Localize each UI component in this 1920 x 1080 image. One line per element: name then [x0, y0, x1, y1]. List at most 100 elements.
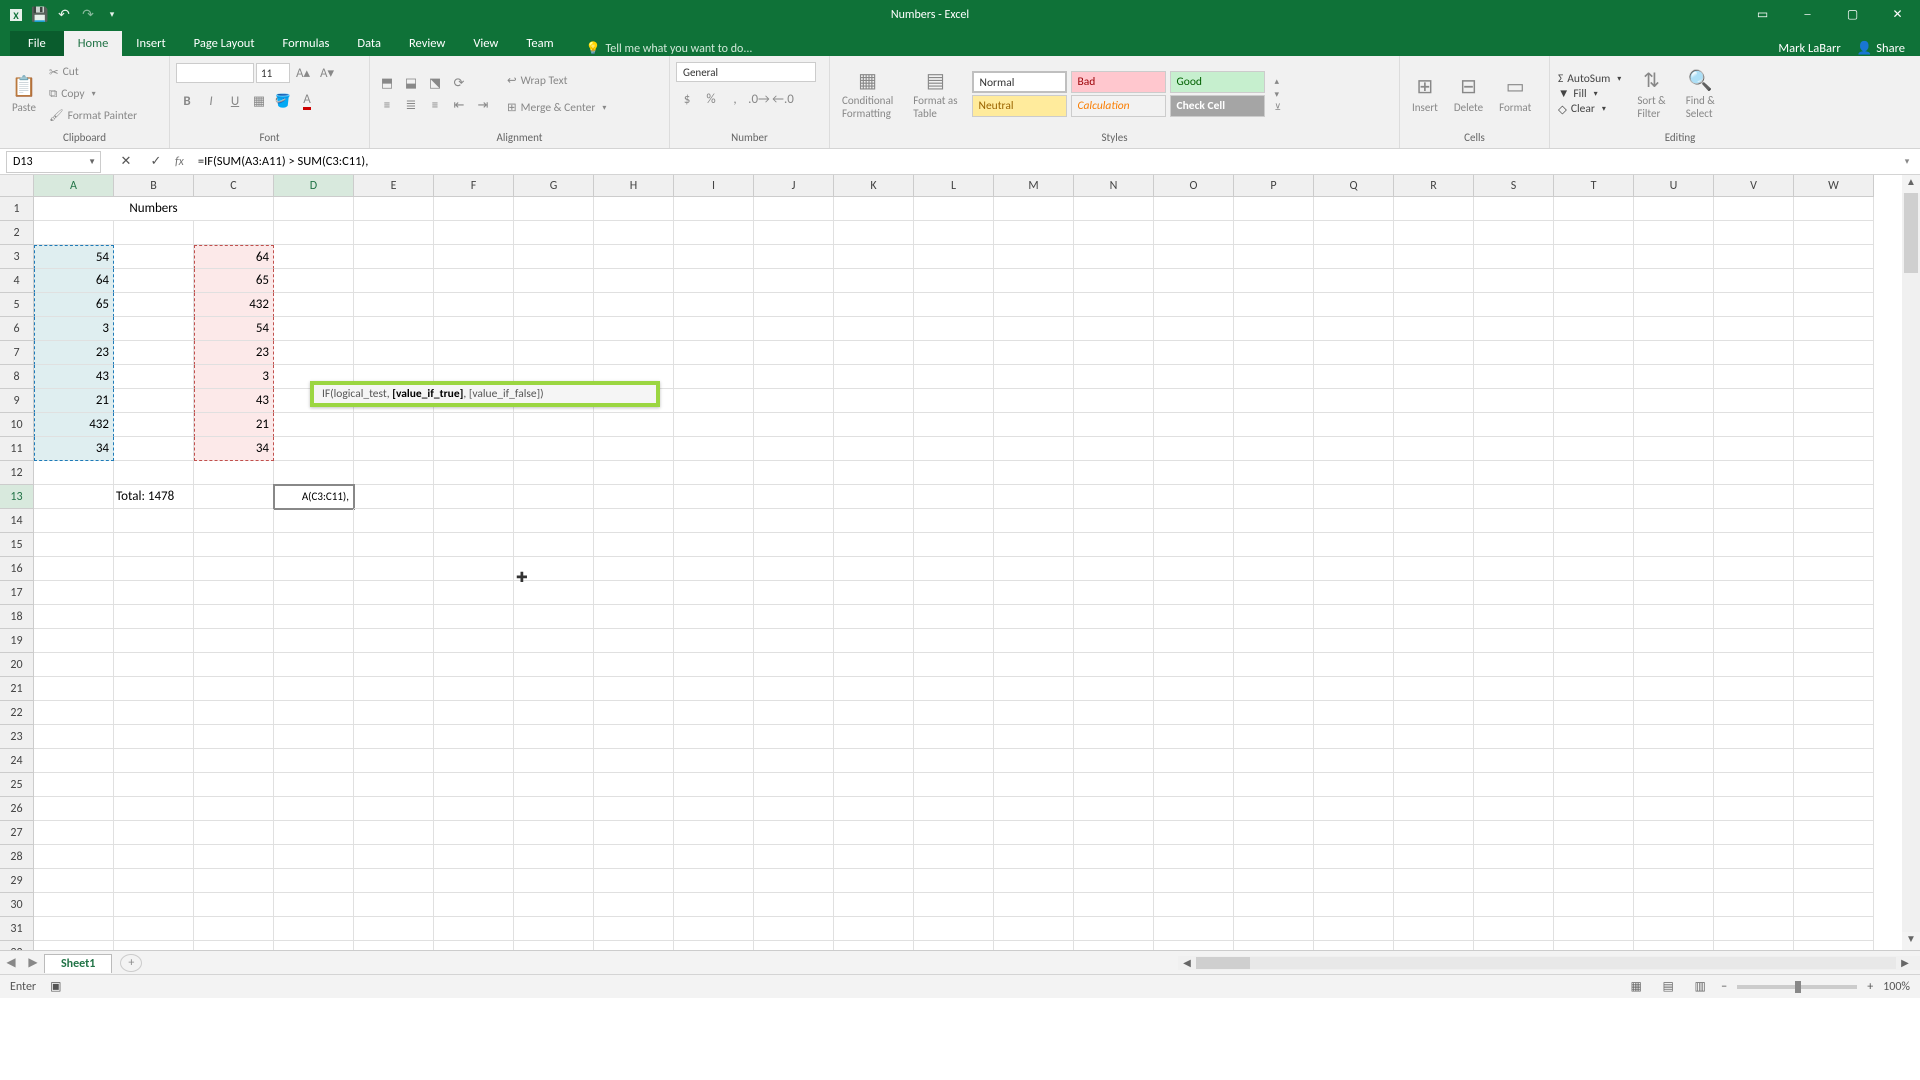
- cell-S20[interactable]: [1474, 653, 1554, 677]
- cell-P12[interactable]: [1234, 461, 1314, 485]
- row-header-20[interactable]: 20: [0, 653, 34, 677]
- row-header-26[interactable]: 26: [0, 797, 34, 821]
- row-header-32[interactable]: 32: [0, 941, 34, 950]
- add-sheet-button[interactable]: +: [120, 954, 142, 972]
- view-pagelayout-icon[interactable]: ▤: [1657, 978, 1679, 996]
- cell-W31[interactable]: [1794, 917, 1874, 941]
- cell-L12[interactable]: [914, 461, 994, 485]
- cell-E25[interactable]: [354, 773, 434, 797]
- cell-S21[interactable]: [1474, 677, 1554, 701]
- cell-L9[interactable]: [914, 389, 994, 413]
- cell-L20[interactable]: [914, 653, 994, 677]
- cell-D10[interactable]: [274, 413, 354, 437]
- cell-G30[interactable]: [514, 893, 594, 917]
- italic-button[interactable]: I: [200, 90, 222, 112]
- cell-Q17[interactable]: [1314, 581, 1394, 605]
- cell-U29[interactable]: [1634, 869, 1714, 893]
- cell-R27[interactable]: [1394, 821, 1474, 845]
- cell-B19[interactable]: [114, 629, 194, 653]
- cell-B6[interactable]: [114, 317, 194, 341]
- orientation-icon[interactable]: ⟳: [448, 72, 470, 94]
- cell-F4[interactable]: [434, 269, 514, 293]
- cell-W19[interactable]: [1794, 629, 1874, 653]
- cell-G11[interactable]: [514, 437, 594, 461]
- cell-I24[interactable]: [674, 749, 754, 773]
- cell-O1[interactable]: [1154, 197, 1234, 221]
- cell-K17[interactable]: [834, 581, 914, 605]
- wrap-text-button[interactable]: ↩Wrap Text: [504, 72, 609, 89]
- row-header-27[interactable]: 27: [0, 821, 34, 845]
- cell-B18[interactable]: [114, 605, 194, 629]
- cell-K1[interactable]: [834, 197, 914, 221]
- cell-Q13[interactable]: [1314, 485, 1394, 509]
- cell-K12[interactable]: [834, 461, 914, 485]
- cell-D16[interactable]: [274, 557, 354, 581]
- cell-G10[interactable]: [514, 413, 594, 437]
- cell-H18[interactable]: [594, 605, 674, 629]
- cell-U24[interactable]: [1634, 749, 1714, 773]
- cell-R16[interactable]: [1394, 557, 1474, 581]
- cell-S28[interactable]: [1474, 845, 1554, 869]
- cell-L31[interactable]: [914, 917, 994, 941]
- col-header-S[interactable]: S: [1474, 175, 1554, 197]
- cell-A29[interactable]: [34, 869, 114, 893]
- cell-M20[interactable]: [994, 653, 1074, 677]
- cell-A19[interactable]: [34, 629, 114, 653]
- cell-D32[interactable]: [274, 941, 354, 950]
- cell-O28[interactable]: [1154, 845, 1234, 869]
- cell-K19[interactable]: [834, 629, 914, 653]
- cell-E18[interactable]: [354, 605, 434, 629]
- cell-F22[interactable]: [434, 701, 514, 725]
- cell-G19[interactable]: [514, 629, 594, 653]
- cell-G15[interactable]: [514, 533, 594, 557]
- cell-A16[interactable]: [34, 557, 114, 581]
- scroll-thumb[interactable]: [1904, 193, 1918, 273]
- cell-H15[interactable]: [594, 533, 674, 557]
- cell-K5[interactable]: [834, 293, 914, 317]
- cell-I27[interactable]: [674, 821, 754, 845]
- cell-E29[interactable]: [354, 869, 434, 893]
- cell-E22[interactable]: [354, 701, 434, 725]
- cell-W7[interactable]: [1794, 341, 1874, 365]
- tab-team[interactable]: Team: [512, 31, 567, 56]
- cell-N2[interactable]: [1074, 221, 1154, 245]
- cell-L13[interactable]: [914, 485, 994, 509]
- cell-K9[interactable]: [834, 389, 914, 413]
- cell-L11[interactable]: [914, 437, 994, 461]
- cell-B15[interactable]: [114, 533, 194, 557]
- cell-D30[interactable]: [274, 893, 354, 917]
- cell-E15[interactable]: [354, 533, 434, 557]
- cell-C26[interactable]: [194, 797, 274, 821]
- cell-U14[interactable]: [1634, 509, 1714, 533]
- cell-F28[interactable]: [434, 845, 514, 869]
- cell-Q29[interactable]: [1314, 869, 1394, 893]
- cell-W3[interactable]: [1794, 245, 1874, 269]
- cell-M10[interactable]: [994, 413, 1074, 437]
- cell-K3[interactable]: [834, 245, 914, 269]
- cell-J2[interactable]: [754, 221, 834, 245]
- cell-K14[interactable]: [834, 509, 914, 533]
- cell-C22[interactable]: [194, 701, 274, 725]
- cell-U5[interactable]: [1634, 293, 1714, 317]
- cell-E2[interactable]: [354, 221, 434, 245]
- row-header-12[interactable]: 12: [0, 461, 34, 485]
- cell-W20[interactable]: [1794, 653, 1874, 677]
- cell-J19[interactable]: [754, 629, 834, 653]
- row-header-19[interactable]: 19: [0, 629, 34, 653]
- cell-F25[interactable]: [434, 773, 514, 797]
- cell-P9[interactable]: [1234, 389, 1314, 413]
- cell-A17[interactable]: [34, 581, 114, 605]
- cell-C12[interactable]: [194, 461, 274, 485]
- cell-A13[interactable]: [34, 485, 114, 509]
- cell-K6[interactable]: [834, 317, 914, 341]
- col-header-O[interactable]: O: [1154, 175, 1234, 197]
- cell-S9[interactable]: [1474, 389, 1554, 413]
- cell-R32[interactable]: [1394, 941, 1474, 950]
- cell-B17[interactable]: [114, 581, 194, 605]
- cell-W13[interactable]: [1794, 485, 1874, 509]
- cell-Q15[interactable]: [1314, 533, 1394, 557]
- cell-F7[interactable]: [434, 341, 514, 365]
- cell-L21[interactable]: [914, 677, 994, 701]
- clear-button[interactable]: ◇Clear▾: [1556, 102, 1623, 117]
- cell-U15[interactable]: [1634, 533, 1714, 557]
